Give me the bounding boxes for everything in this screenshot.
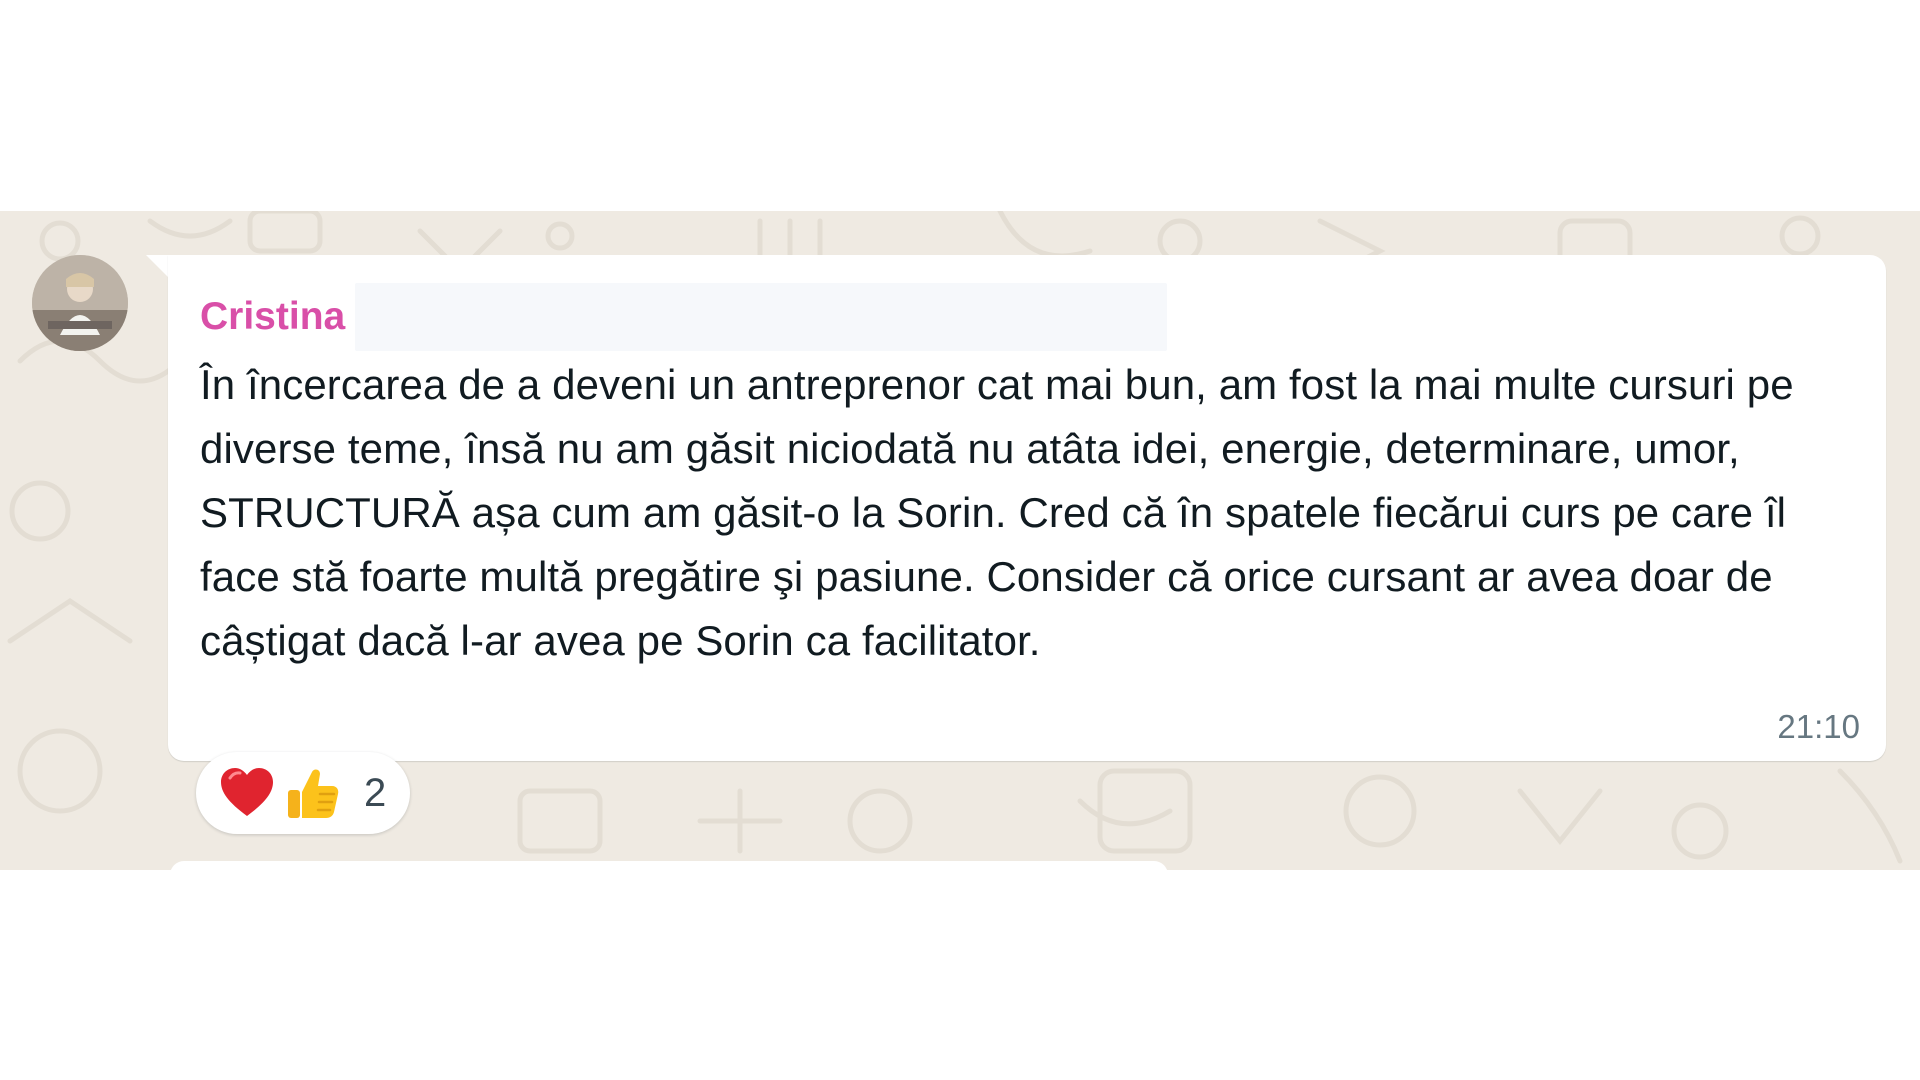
sender-name[interactable]: Cristina [200, 283, 345, 351]
avatar-photo-icon [32, 255, 128, 351]
message-bubble[interactable]: Cristina În încercarea de a deveni un an… [168, 255, 1886, 761]
reaction-count: 2 [364, 771, 387, 815]
thumbs-up-emoji-icon [288, 769, 339, 818]
heart-emoji-icon [221, 768, 273, 816]
page: Cristina În încercarea de a deveni un an… [0, 0, 1920, 1080]
message-text: În încercarea de a deveni un antreprenor… [200, 361, 1794, 664]
avatar[interactable] [32, 255, 128, 351]
next-message-bubble-edge [170, 861, 1168, 870]
message-timestamp: 21:10 [1777, 708, 1860, 745]
chat-area[interactable]: Cristina În încercarea de a deveni un an… [0, 211, 1920, 870]
bubble-tail [146, 255, 170, 279]
reactions-pill[interactable]: 2 [196, 752, 411, 834]
sender-row: Cristina [200, 283, 1856, 351]
redacted-sender-info [355, 283, 1168, 351]
